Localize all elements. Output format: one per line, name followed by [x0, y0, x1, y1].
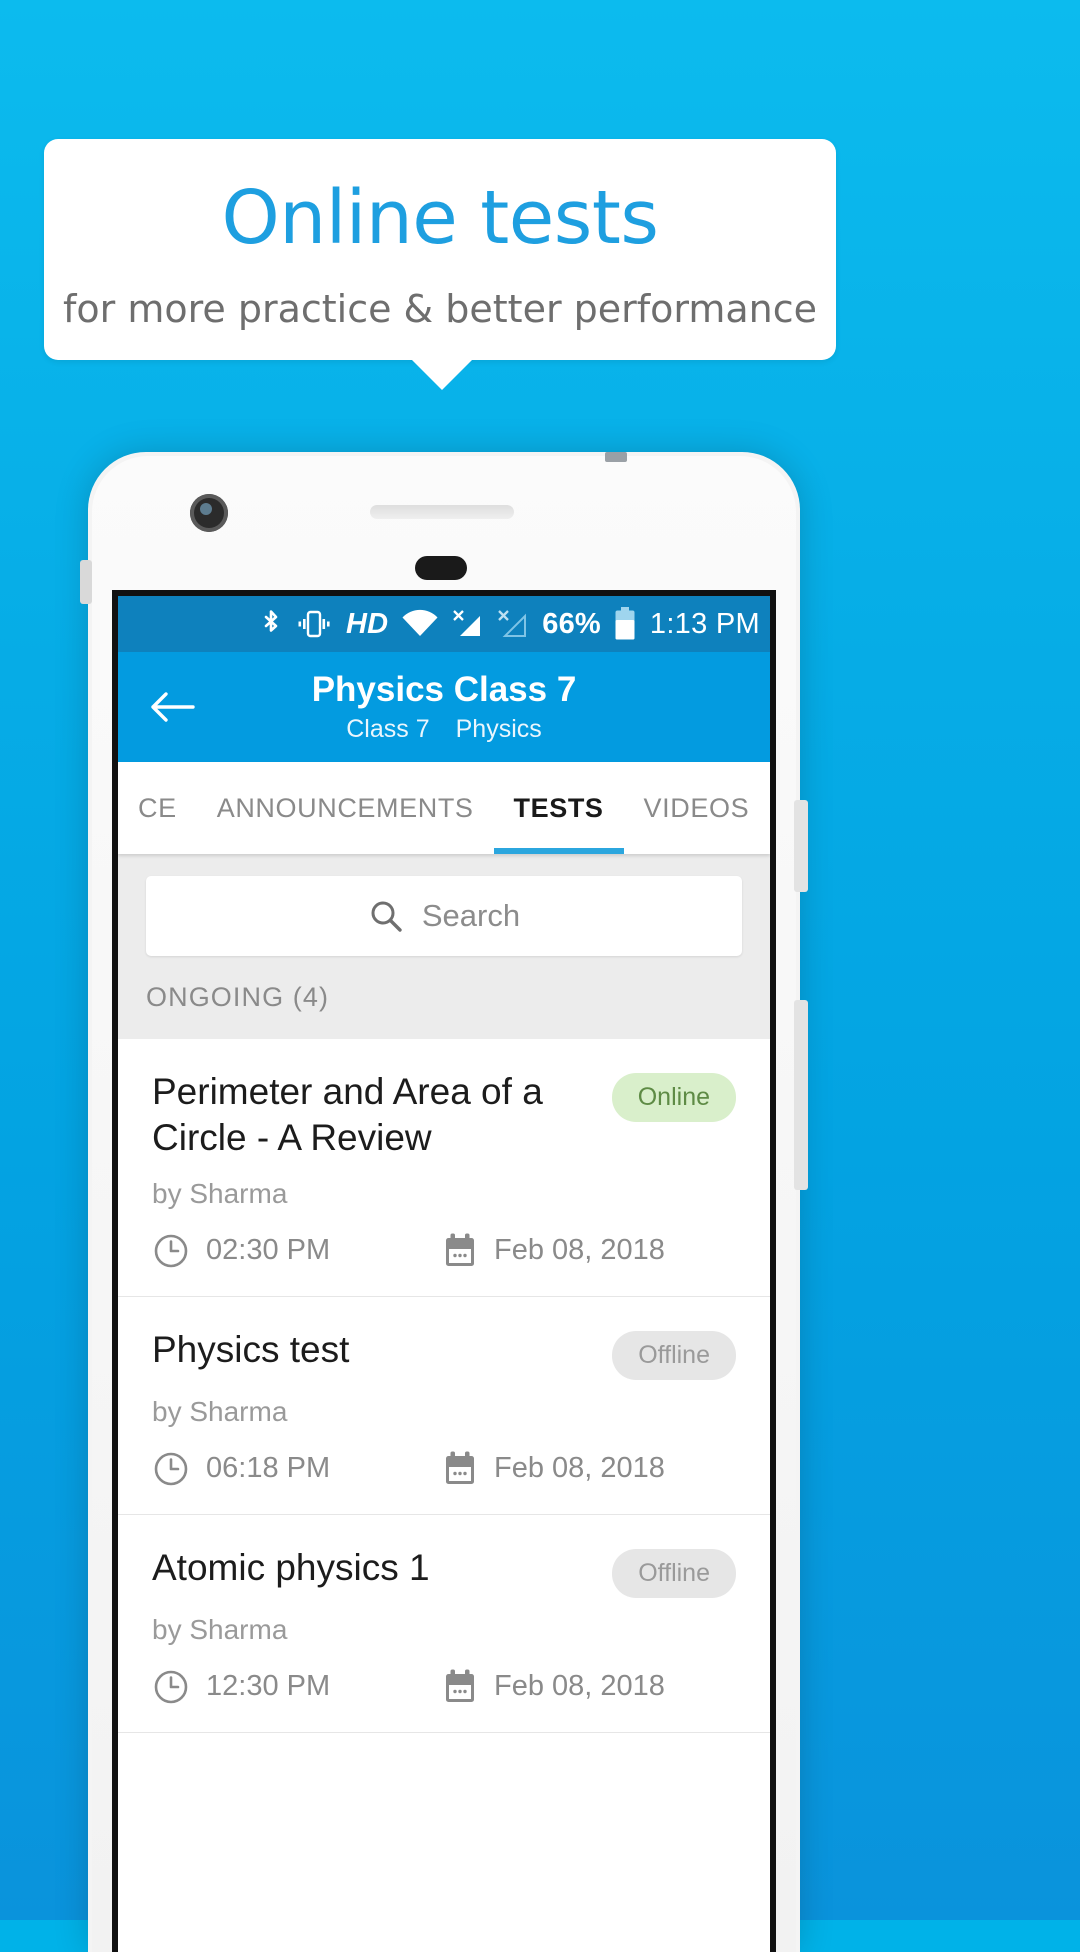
bluetooth-icon — [260, 608, 282, 640]
test-meta: 12:30 PM Feb 08, 2018 — [152, 1668, 736, 1706]
test-card-header: Physics test Offline — [152, 1327, 736, 1380]
test-title: Physics test — [152, 1328, 350, 1370]
promo-callout-tail — [410, 358, 474, 390]
clock-icon — [152, 1232, 190, 1270]
battery-percent-label: 66% — [542, 607, 601, 640]
test-time: 06:18 PM — [152, 1450, 442, 1488]
tab-announcements[interactable]: ANNOUNCEMENTS — [197, 762, 494, 854]
status-badge: Offline — [612, 1548, 736, 1598]
breadcrumb-subject: Physics — [455, 714, 542, 743]
test-author: by Sharma — [152, 1177, 288, 1209]
promo-callout-card: Online tests for more practice & better … — [44, 139, 836, 360]
tab-tests-label: TESTS — [513, 792, 604, 823]
promo-title: Online tests — [221, 175, 659, 261]
signal-no-service-secondary-icon — [497, 609, 529, 639]
phone-top-antenna — [605, 452, 627, 462]
test-list-item[interactable]: Physics test Offline by Sharma 06:18 PM — [118, 1296, 770, 1515]
test-date: Feb 08, 2018 — [442, 1668, 665, 1706]
tab-videos[interactable]: VIDEOS — [624, 762, 770, 854]
back-button[interactable] — [134, 669, 210, 745]
search-icon — [368, 898, 404, 934]
test-author: by Sharma — [152, 1395, 288, 1427]
search-input[interactable]: Search — [146, 876, 742, 956]
phone-power-button — [794, 800, 808, 892]
clock-icon — [152, 1450, 190, 1488]
test-title: Perimeter and Area of a Circle - A Revie… — [152, 1071, 543, 1159]
tab-tests[interactable]: TESTS — [493, 762, 624, 854]
test-card-header: Atomic physics 1 Offline — [152, 1545, 736, 1598]
calendar-icon — [442, 1232, 478, 1270]
arrow-left-icon — [149, 690, 195, 724]
clock-icon — [152, 1668, 190, 1706]
phone-side-button-left — [80, 560, 92, 604]
tab-bar: CE ANNOUNCEMENTS TESTS VIDEOS — [118, 762, 770, 854]
search-area: Search — [118, 854, 770, 982]
test-title: Atomic physics 1 — [152, 1546, 430, 1588]
calendar-icon — [442, 1668, 478, 1706]
test-list-item[interactable]: Atomic physics 1 Offline by Sharma 12:30… — [118, 1514, 770, 1733]
app-bar-titles: Physics Class 7 Class 7 Physics — [118, 652, 770, 762]
test-date-label: Feb 08, 2018 — [494, 1234, 665, 1266]
test-time: 02:30 PM — [152, 1232, 442, 1270]
app-bar: Physics Class 7 Class 7 Physics — [118, 652, 770, 762]
test-date-label: Feb 08, 2018 — [494, 1452, 665, 1484]
test-card-header: Perimeter and Area of a Circle - A Revie… — [152, 1069, 736, 1162]
hd-icon: HD — [345, 607, 389, 640]
wifi-icon — [401, 609, 439, 639]
front-camera-lens — [200, 503, 212, 515]
phone-screen: HD 66% 1:13 PM Physics Class 7 Class 7 P… — [118, 596, 770, 1952]
vibrate-icon — [295, 609, 333, 639]
test-list-item[interactable]: Perimeter and Area of a Circle - A Revie… — [118, 1039, 770, 1297]
breadcrumb-class: Class 7 — [346, 714, 430, 743]
test-date-label: Feb 08, 2018 — [494, 1670, 665, 1702]
calendar-icon — [442, 1450, 478, 1488]
test-meta: 06:18 PM Feb 08, 2018 — [152, 1450, 736, 1488]
clock-label: 1:13 PM — [649, 607, 760, 640]
battery-icon — [614, 607, 636, 641]
earpiece-speaker — [370, 505, 514, 519]
test-date: Feb 08, 2018 — [442, 1232, 665, 1270]
search-placeholder: Search — [421, 898, 521, 933]
promo-subtitle: for more practice & better performance — [62, 287, 818, 331]
test-author: by Sharma — [152, 1613, 288, 1645]
status-bar: HD 66% 1:13 PM — [118, 596, 770, 652]
phone-volume-button — [794, 1000, 808, 1190]
tab-ce-label: CE — [138, 792, 177, 823]
status-badge: Offline — [612, 1330, 736, 1380]
proximity-sensor — [415, 556, 467, 580]
page-title: Physics Class 7 — [311, 670, 577, 710]
tests-content: Search ONGOING (4) Perimeter and Area of… — [118, 854, 770, 1733]
tab-videos-label: VIDEOS — [643, 792, 750, 823]
section-header-ongoing: ONGOING (4) — [146, 982, 330, 1012]
test-time-label: 02:30 PM — [206, 1234, 331, 1266]
status-bar-icons: HD 66% — [260, 607, 636, 641]
test-time: 12:30 PM — [152, 1668, 442, 1706]
tab-announcements-label: ANNOUNCEMENTS — [216, 792, 474, 823]
signal-no-service-icon — [452, 609, 484, 639]
status-badge: Online — [611, 1073, 736, 1122]
test-date: Feb 08, 2018 — [442, 1450, 665, 1488]
test-time-label: 12:30 PM — [206, 1670, 331, 1702]
breadcrumb: Class 7 Physics — [346, 715, 542, 744]
tab-ce[interactable]: CE — [118, 762, 197, 854]
test-time-label: 06:18 PM — [206, 1452, 331, 1484]
test-meta: 02:30 PM Feb 08, 2018 — [152, 1232, 736, 1270]
